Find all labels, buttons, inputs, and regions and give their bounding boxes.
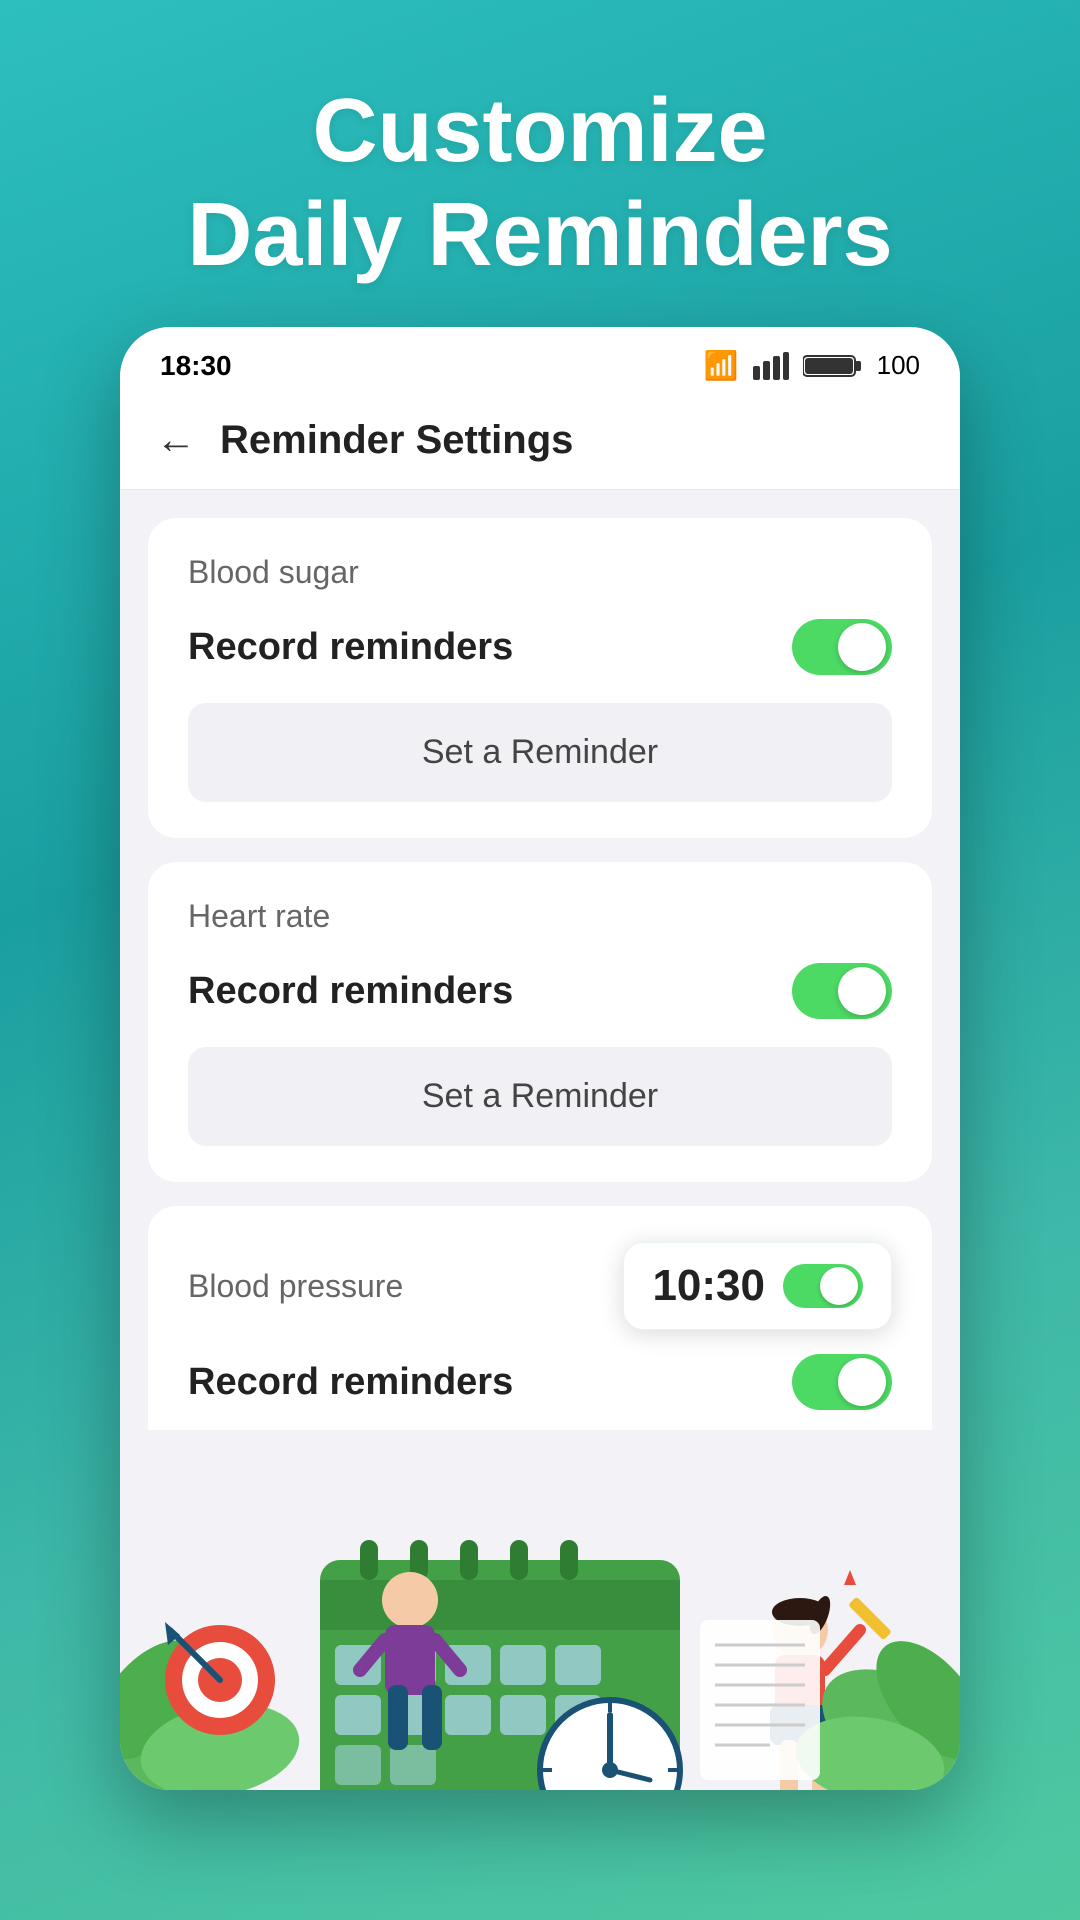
blood-sugar-set-reminder-button[interactable]: Set a Reminder — [188, 703, 892, 802]
header-title: Customize Daily Reminders — [60, 80, 1020, 287]
wifi-icon: 📶 — [704, 349, 739, 382]
back-button[interactable]: ← — [156, 418, 196, 463]
heart-rate-title: Heart rate — [188, 898, 892, 935]
battery-level: 100 — [877, 350, 920, 381]
app-bar: ← Reminder Settings — [120, 398, 960, 490]
blood-pressure-card: Blood pressure 10:30 Record reminders — [148, 1206, 932, 1430]
app-bar-title: Reminder Settings — [220, 418, 573, 463]
header-line1: Customize — [312, 81, 767, 181]
main-content: Blood sugar Record reminders Set a Remin… — [120, 490, 960, 1430]
time-badge-toggle[interactable] — [783, 1264, 863, 1308]
heart-rate-set-reminder-button[interactable]: Set a Reminder — [188, 1047, 892, 1146]
header-line2: Daily Reminders — [187, 185, 892, 285]
header-section: Customize Daily Reminders — [0, 0, 1080, 327]
illustration-svg — [120, 1430, 960, 1790]
status-time: 18:30 — [160, 350, 232, 382]
blood-sugar-toggle[interactable] — [792, 619, 892, 675]
blood-sugar-toggle-row: Record reminders — [188, 619, 892, 675]
blood-sugar-card: Blood sugar Record reminders Set a Remin… — [148, 518, 932, 838]
illustration-area — [120, 1430, 960, 1790]
blood-pressure-toggle-row: Record reminders — [188, 1354, 892, 1410]
time-badge-value: 10:30 — [652, 1261, 765, 1311]
blood-pressure-toggle-label: Record reminders — [188, 1361, 513, 1404]
status-icons: 📶 100 — [704, 349, 920, 382]
blood-sugar-toggle-label: Record reminders — [188, 626, 513, 669]
battery-icon — [803, 352, 863, 380]
blood-pressure-title: Blood pressure — [188, 1268, 403, 1305]
blood-pressure-toggle[interactable] — [792, 1354, 892, 1410]
phone-container: 18:30 📶 100 ← Reminder Settings — [120, 327, 960, 1790]
blood-pressure-header-row: Blood pressure 10:30 — [188, 1242, 892, 1330]
blood-sugar-title: Blood sugar — [188, 554, 892, 591]
status-bar: 18:30 📶 100 — [120, 327, 960, 398]
time-badge: 10:30 — [623, 1242, 892, 1330]
heart-rate-toggle[interactable] — [792, 963, 892, 1019]
heart-rate-toggle-row: Record reminders — [188, 963, 892, 1019]
heart-rate-card: Heart rate Record reminders Set a Remind… — [148, 862, 932, 1182]
heart-rate-toggle-label: Record reminders — [188, 970, 513, 1013]
signal-icon — [753, 352, 789, 380]
